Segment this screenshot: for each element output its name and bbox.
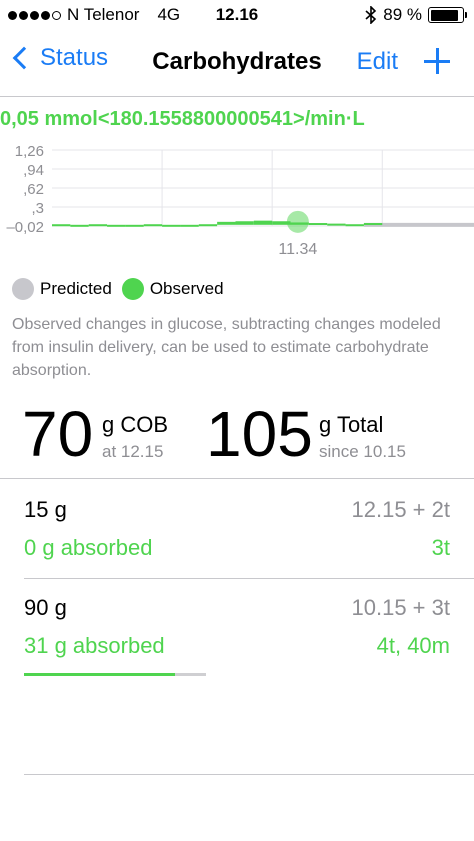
cob-unit: g COB	[102, 412, 169, 437]
entry-time: 10.15 + 3t	[351, 595, 450, 620]
total-unit: g Total	[319, 412, 384, 437]
legend-predicted: Predicted	[12, 278, 112, 300]
bluetooth-icon	[365, 6, 377, 24]
summary-divider	[0, 478, 474, 479]
observed-bar	[180, 224, 199, 227]
y-tick-label: –0,02	[6, 219, 44, 236]
observed-swatch	[121, 278, 144, 300]
status-bar: N Telenor 4G 12.16 89 %	[0, 0, 474, 30]
x-marker-label: 11.34	[278, 241, 317, 258]
chart-legend: Predicted Observed	[12, 278, 234, 300]
battery-percentage: 89 %	[383, 5, 422, 24]
y-tick-label: ,94	[23, 162, 44, 179]
absorption-progress-bar	[24, 673, 206, 676]
battery-level	[430, 9, 459, 21]
carb-entry-row[interactable]: 90 g 10.15 + 3t 31 g absorbed 4t, 40m	[24, 595, 450, 685]
observed-bar	[162, 224, 181, 227]
observed-bar	[253, 220, 273, 225]
entry-remaining: 4t, 40m	[376, 633, 450, 658]
navigation-bar: Status Carbohydrates Edit	[0, 32, 474, 92]
total-value: 105	[206, 398, 313, 470]
page-title: Carbohydrates	[152, 48, 322, 75]
carb-entry-row[interactable]: 15 g 12.15 + 2t 0 g absorbed 3t	[24, 497, 450, 577]
absorption-progress-fill	[24, 673, 176, 676]
row-divider	[24, 578, 474, 579]
observed-bar	[143, 224, 163, 227]
nav-divider	[0, 96, 474, 97]
observed-bar	[217, 221, 236, 225]
observed-bar	[52, 224, 71, 227]
add-button[interactable]	[424, 48, 450, 74]
edit-button[interactable]: Edit	[357, 48, 398, 76]
entry-amount: 15 g	[24, 497, 67, 522]
y-tick-label: ,3	[31, 200, 44, 217]
y-tick-label: ,62	[23, 181, 44, 198]
predicted-swatch	[12, 278, 34, 300]
legend-observed: Observed	[121, 278, 224, 300]
cob-time: at 12.15	[102, 442, 164, 461]
total-time: since 10.15	[319, 442, 406, 461]
observed-bar	[308, 223, 328, 226]
row-divider	[24, 774, 474, 775]
observed-bar	[327, 223, 346, 226]
observed-bar	[345, 224, 364, 227]
carb-summary: 70 g COB at 12.15 105 g Total since 10.1…	[0, 400, 474, 470]
entry-absorbed: 31 g absorbed	[24, 633, 165, 658]
selection-marker	[286, 210, 309, 233]
observed-bar	[107, 224, 126, 227]
observed-bar	[198, 224, 218, 227]
entry-absorbed: 0 g absorbed	[24, 535, 153, 560]
cob-value: 70	[22, 398, 94, 470]
observed-bar	[125, 224, 144, 227]
battery-icon	[428, 7, 467, 23]
carb-effect-chart[interactable]: 1,26 ,94 ,62 ,3 –0,02 11.34	[0, 138, 474, 268]
y-tick-label: 1,26	[15, 143, 44, 160]
observed-bar	[88, 224, 108, 227]
observed-bar	[70, 224, 89, 227]
entry-amount: 90 g	[24, 595, 67, 620]
chart-description: Observed changes in glucose, subtracting…	[12, 316, 441, 379]
legend-observed-label: Observed	[149, 279, 224, 298]
status-right: 89 %	[365, 5, 467, 25]
legend-predicted-label: Predicted	[40, 279, 112, 298]
absorption-rate-label: 0,05 mmol<180.1558800000541>/min·L	[0, 108, 365, 130]
observed-bar	[235, 221, 254, 225]
entry-remaining: 3t	[431, 535, 450, 560]
entry-time: 12.15 + 2t	[351, 497, 450, 522]
observed-bar	[363, 223, 383, 226]
